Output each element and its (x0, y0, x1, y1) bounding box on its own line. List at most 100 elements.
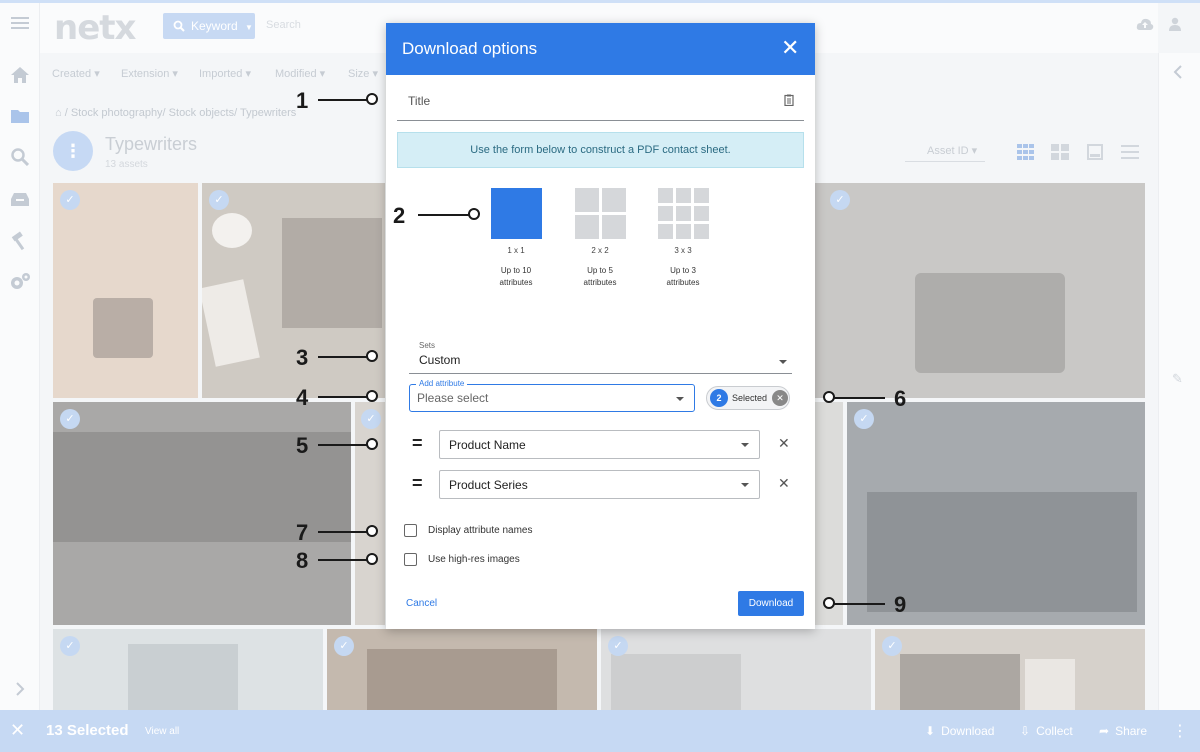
attribute-row: = Product Name ✕ (409, 430, 792, 460)
folder-icon[interactable] (9, 107, 31, 129)
dialog-title: Download options (402, 39, 538, 58)
filter-modified[interactable]: Modified ▾ (275, 67, 325, 80)
remove-attribute-icon[interactable]: ✕ (778, 475, 790, 492)
view-all-link[interactable]: View all (145, 726, 179, 737)
asset-tile[interactable]: ✓ (847, 402, 1145, 625)
sets-select[interactable]: Sets Custom (409, 338, 792, 374)
asset-tile[interactable]: ✓ (601, 629, 871, 710)
grid-view-small-icon[interactable] (1017, 144, 1035, 160)
asset-tile[interactable]: ✓ (875, 629, 1145, 710)
check-icon[interactable]: ✓ (334, 636, 354, 656)
keyword-dropdown-button[interactable]: Keyword ▼ (163, 13, 255, 39)
notebook-image (202, 279, 260, 367)
check-icon[interactable]: ✓ (854, 409, 874, 429)
chevron-right-icon[interactable] (9, 679, 31, 701)
check-icon[interactable]: ✓ (882, 636, 902, 656)
check-icon[interactable]: ✓ (608, 636, 628, 656)
annotation-marker (366, 438, 378, 450)
breadcrumb-path[interactable]: / Stock photography/ Stock objects/ Type… (65, 107, 297, 119)
check-icon[interactable]: ✓ (361, 409, 381, 429)
grid-view-large-icon[interactable] (1051, 144, 1069, 160)
typewriter-image (900, 654, 1020, 710)
selected-chip[interactable]: 2 Selected ✕ (706, 386, 790, 410)
asset-tile[interactable]: ✓ (202, 183, 385, 398)
download-action[interactable]: ⬇ Download (925, 724, 994, 738)
asset-tile[interactable]: ✓ (355, 402, 385, 625)
asset-count: 13 assets (105, 159, 148, 170)
annotation-5: 5 (296, 433, 309, 458)
gears-icon[interactable] (9, 272, 31, 294)
single-view-icon[interactable] (1087, 144, 1105, 160)
annotation-leader (318, 444, 368, 446)
coffee-cup-image (212, 213, 252, 248)
asset-tile[interactable]: ✓ (327, 629, 597, 710)
page-title: Typewriters (105, 134, 198, 154)
clear-icon[interactable]: ✕ (772, 390, 788, 406)
check-icon[interactable]: ✓ (60, 409, 80, 429)
selected-count: 13 Selected (46, 722, 129, 739)
clipboard-icon[interactable] (784, 94, 794, 109)
list-view-icon[interactable] (1121, 144, 1139, 160)
annotation-marker (366, 525, 378, 537)
selected-count-badge: 2 (710, 389, 728, 407)
add-attribute-label: Add attribute (416, 379, 468, 388)
share-action[interactable]: ➦ Share (1099, 724, 1147, 738)
checkbox-box[interactable] (404, 553, 417, 566)
chevron-left-icon[interactable] (1173, 65, 1183, 84)
check-icon[interactable]: ✓ (209, 190, 229, 210)
user-icon[interactable] (1168, 17, 1186, 33)
operator-equals: = (412, 473, 423, 493)
cancel-button[interactable]: Cancel (406, 598, 437, 609)
filter-size[interactable]: Size ▾ (348, 67, 378, 80)
home-icon[interactable]: ⌂ (55, 107, 62, 119)
menu-icon[interactable] (9, 14, 31, 36)
add-attribute-select[interactable]: Add attribute Please select (409, 379, 695, 412)
collect-action[interactable]: ⇩ Collect (1020, 724, 1073, 738)
download-button[interactable]: Download (738, 591, 804, 616)
hammer-icon[interactable] (9, 231, 31, 253)
check-icon[interactable]: ✓ (60, 636, 80, 656)
attribute-select[interactable]: Product Name (439, 430, 760, 459)
more-actions-button[interactable]: ⋮ (53, 131, 93, 171)
checkbox-box[interactable] (404, 524, 417, 537)
filter-imported[interactable]: Imported ▾ (199, 67, 251, 80)
attribute-value: Product Series (449, 478, 528, 492)
close-icon[interactable]: ✕ (10, 720, 25, 741)
annotation-marker (366, 390, 378, 402)
sort-dropdown[interactable]: Asset ID ▾ (905, 142, 985, 162)
asset-tile[interactable]: ✓ (815, 183, 1145, 398)
annotation-8: 8 (296, 548, 309, 573)
layout-option-name: 1 x 1 (507, 246, 525, 255)
title-input[interactable]: Title (397, 85, 804, 121)
check-icon[interactable]: ✓ (830, 190, 850, 210)
asset-tile[interactable] (815, 402, 843, 625)
annotation-leader (418, 214, 470, 216)
search-input[interactable]: Search (266, 19, 301, 31)
search-icon[interactable] (9, 148, 31, 170)
typewriter-keys-image (867, 492, 1137, 612)
asset-tile[interactable]: ✓ (53, 183, 198, 398)
filter-extension[interactable]: Extension ▾ (121, 67, 178, 80)
cloud-upload-icon[interactable] (1136, 17, 1154, 33)
inbox-icon[interactable] (9, 190, 31, 212)
left-nav-rail (0, 3, 40, 710)
filter-created[interactable]: Created ▾ (52, 67, 100, 80)
remove-attribute-icon[interactable]: ✕ (778, 435, 790, 452)
close-icon[interactable]: ✕ (781, 35, 799, 61)
layout-3x3-icon (658, 188, 709, 239)
layout-option-desc: Up to 3 attributes (666, 266, 700, 287)
home-icon[interactable] (9, 66, 31, 88)
asset-tile[interactable]: ✓ (53, 629, 323, 710)
layout-option-1x1[interactable]: 1 x 1 Up to 10 attributes (486, 188, 546, 298)
pencil-icon[interactable]: ✎ (1172, 371, 1183, 387)
chevron-down-icon (741, 483, 749, 487)
layout-option-2x2[interactable]: 2 x 2 Up to 5 attributes (570, 188, 630, 298)
check-icon[interactable]: ✓ (60, 190, 80, 210)
typewriter-image (367, 649, 557, 710)
annotation-2: 2 (393, 203, 406, 228)
layout-option-name: 3 x 3 (674, 246, 692, 255)
more-vertical-icon[interactable]: ⋮ (1172, 721, 1188, 741)
layout-option-3x3[interactable]: 3 x 3 Up to 3 attributes (653, 188, 713, 298)
attribute-select[interactable]: Product Series (439, 470, 760, 499)
title-input-label: Title (408, 94, 431, 108)
